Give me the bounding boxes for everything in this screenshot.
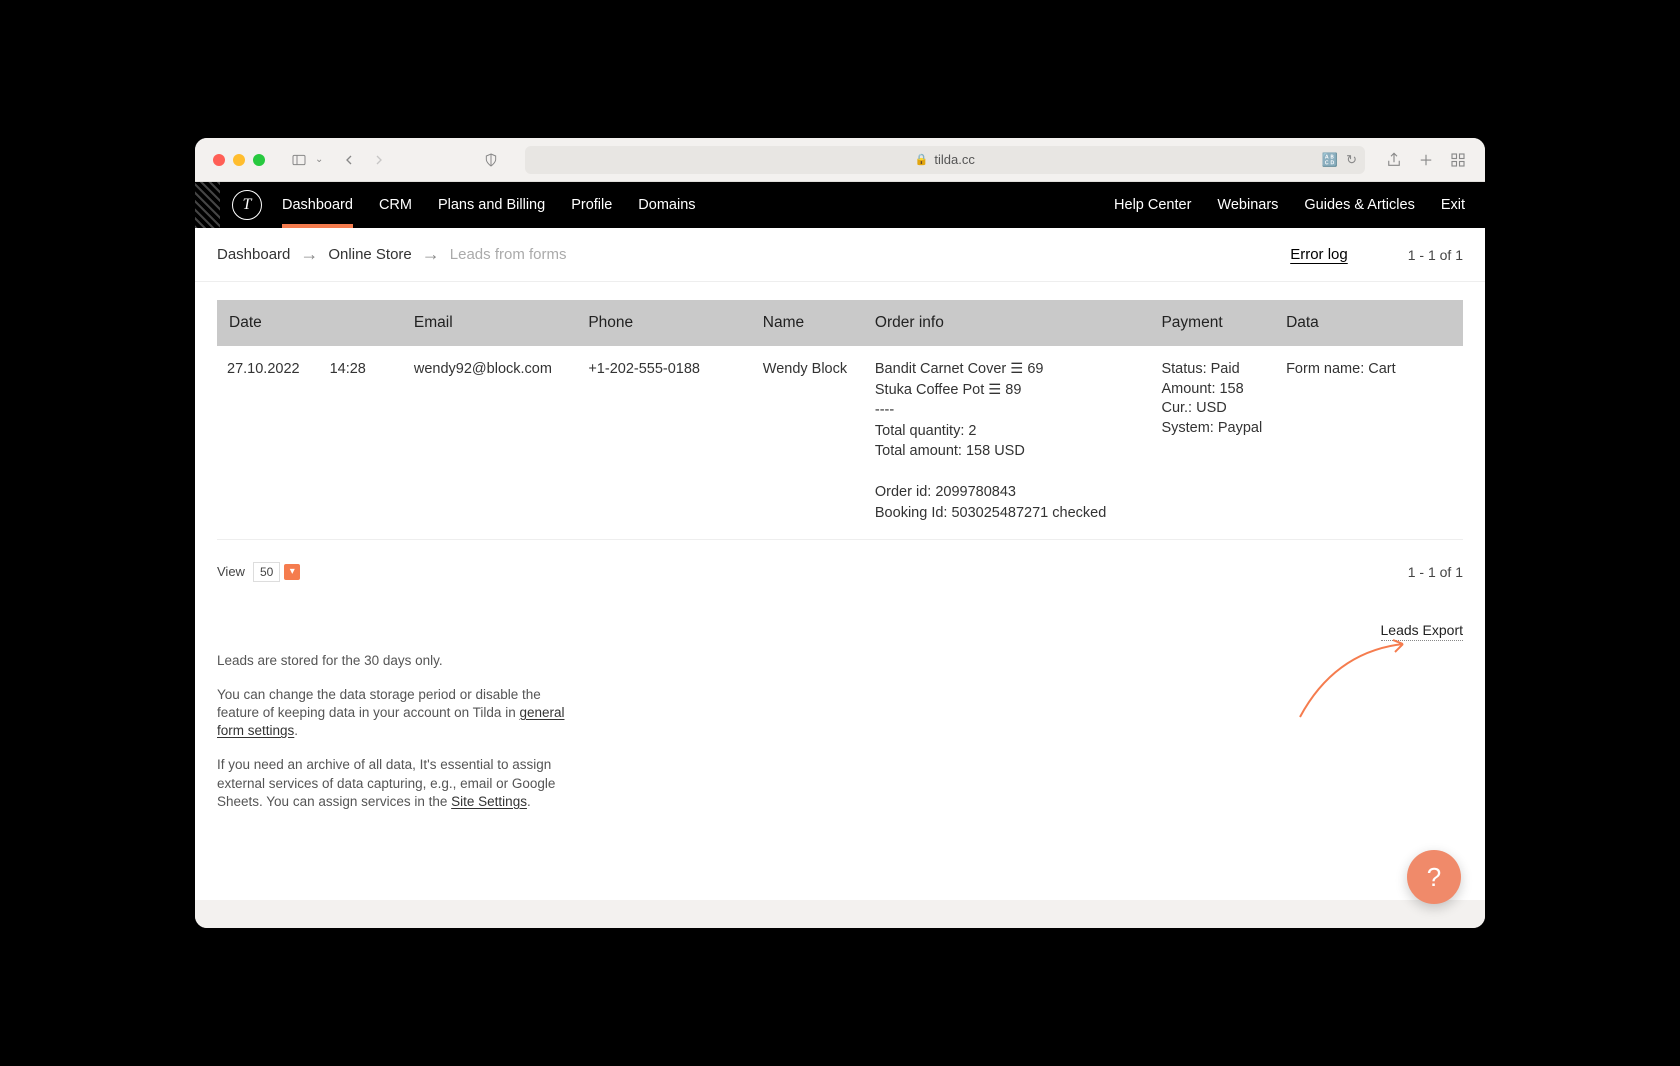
info-p1: Leads are stored for the 30 days only.: [217, 652, 577, 670]
view-select[interactable]: 50: [253, 562, 280, 582]
cell-time: 14:28: [330, 360, 366, 380]
nav-forward-icon[interactable]: [365, 146, 393, 174]
cell-phone: +1-202-555-0188: [578, 346, 752, 539]
col-date: Date: [217, 300, 404, 346]
cell-data: Form name: Cart: [1276, 346, 1463, 539]
error-log-link[interactable]: Error log: [1290, 246, 1348, 263]
lock-icon: 🔒: [915, 153, 929, 166]
arrow-right-icon: →: [422, 244, 440, 265]
col-payment: Payment: [1151, 300, 1276, 346]
crumb-current: Leads from forms: [450, 246, 567, 263]
view-label: View: [217, 564, 245, 579]
app-header: T Dashboard CRM Plans and Billing Profile Do…: [195, 182, 1485, 228]
pagination-bottom: 1 - 1 of 1: [1408, 564, 1463, 580]
url-text: tilda.cc: [934, 152, 974, 167]
crumb-dashboard[interactable]: Dashboard: [217, 246, 290, 263]
nav-help-center[interactable]: Help Center: [1114, 197, 1191, 213]
site-settings-link[interactable]: Site Settings: [451, 794, 527, 809]
pagination-top: 1 - 1 of 1: [1408, 247, 1463, 263]
nav-domains[interactable]: Domains: [638, 183, 695, 227]
nav-exit[interactable]: Exit: [1441, 197, 1465, 213]
shield-icon[interactable]: [477, 146, 505, 174]
chevron-down-icon[interactable]: ⌄: [315, 154, 323, 165]
cell-email: wendy92@block.com: [404, 346, 578, 539]
info-p2: You can change the data storage period o…: [217, 686, 577, 741]
nav-crm[interactable]: CRM: [379, 183, 412, 227]
nav-guides-articles[interactable]: Guides & Articles: [1304, 197, 1414, 213]
nav-profile[interactable]: Profile: [571, 183, 612, 227]
share-icon[interactable]: [1385, 151, 1403, 169]
cell-order-info: Bandit Carnet Cover ☰ 69Stuka Coffee Pot…: [865, 346, 1152, 539]
nav-plans-and-billing[interactable]: Plans and Billing: [438, 183, 545, 227]
annotation-arrow-icon: [1295, 632, 1415, 722]
cell-payment: Status: PaidAmount: 158Cur.: USDSystem: …: [1151, 346, 1276, 539]
col-phone: Phone: [578, 300, 752, 346]
tilda-logo-icon[interactable]: T: [232, 190, 262, 220]
crumb-online-store[interactable]: Online Store: [328, 246, 411, 263]
window-maximize-icon[interactable]: [253, 154, 265, 166]
col-name: Name: [753, 300, 865, 346]
dropdown-icon[interactable]: ▾: [284, 564, 300, 580]
tabs-overview-icon[interactable]: [1449, 151, 1467, 169]
sidebar-toggle-icon[interactable]: [285, 146, 313, 174]
info-p3: If you need an archive of all data, It's…: [217, 756, 577, 811]
footer: [195, 900, 1485, 928]
new-tab-icon[interactable]: [1417, 151, 1435, 169]
decorative-pattern: [195, 182, 220, 228]
col-order-info: Order info: [865, 300, 1152, 346]
nav-back-icon[interactable]: [335, 146, 363, 174]
window-close-icon[interactable]: [213, 154, 225, 166]
breadcrumb: Dashboard → Online Store → Leads from fo…: [195, 228, 1485, 282]
help-fab-button[interactable]: ?: [1407, 850, 1461, 904]
reload-icon[interactable]: ↻: [1346, 152, 1357, 168]
cell-name: Wendy Block: [753, 346, 865, 539]
translate-icon[interactable]: 🔠: [1322, 152, 1338, 168]
arrow-right-icon: →: [300, 244, 318, 265]
leads-table: DateEmailPhoneNameOrder infoPaymentData …: [217, 300, 1463, 540]
browser-chrome: ⌄ 🔒 tilda.cc 🔠 ↻: [195, 138, 1485, 182]
col-data: Data: [1276, 300, 1463, 346]
window-minimize-icon[interactable]: [233, 154, 245, 166]
nav-webinars[interactable]: Webinars: [1217, 197, 1278, 213]
table-row[interactable]: 27.10.2022 14:28 wendy92@block.com+1-202-5…: [217, 346, 1463, 539]
cell-date: 27.10.2022: [227, 360, 300, 380]
nav-dashboard[interactable]: Dashboard: [282, 183, 353, 227]
info-block: Leads are stored for the 30 days only. Y…: [217, 652, 577, 812]
col-email: Email: [404, 300, 578, 346]
url-bar[interactable]: 🔒 tilda.cc 🔠 ↻: [525, 146, 1365, 174]
